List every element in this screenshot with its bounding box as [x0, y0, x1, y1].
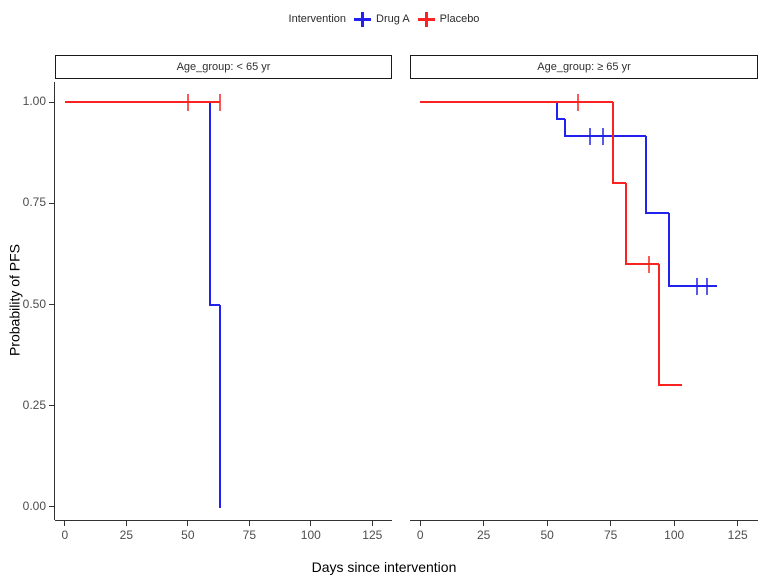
step-segment [625, 263, 659, 266]
x-tick [187, 521, 189, 526]
x-tick-label: 0 [416, 528, 424, 542]
y-axis-label: Probability of PFS [6, 243, 22, 356]
panel-under-65 [55, 82, 392, 519]
x-tick [371, 521, 373, 526]
censor-mark [186, 94, 189, 112]
y-axis-line [54, 82, 55, 520]
x-tick [125, 521, 127, 526]
y-tick [49, 405, 54, 407]
facet-strip-label: Age_group: < 65 yr [176, 61, 271, 73]
x-tick [64, 521, 66, 526]
x-tick [673, 521, 675, 526]
x-tick [737, 521, 739, 526]
facet-strip-under-65: Age_group: < 65 yr [55, 55, 392, 79]
x-tick [419, 521, 421, 526]
legend: Intervention Drug A Placebo [0, 8, 768, 30]
plus-marker-icon [417, 11, 435, 28]
x-axis-label: Days since intervention [311, 559, 457, 575]
step-segment [208, 102, 211, 306]
legend-entry-drug-a[interactable]: Drug A [354, 11, 410, 28]
x-tick-label: 125 [362, 528, 383, 542]
step-segment [669, 285, 718, 288]
step-segment [624, 183, 627, 266]
step-segment [420, 101, 614, 104]
x-tick-label: 25 [476, 528, 491, 542]
step-segment [64, 101, 220, 104]
y-tick [49, 202, 54, 204]
legend-label-drug-a: Drug A [376, 13, 410, 25]
step-segment [668, 212, 671, 288]
x-tick-label: 100 [664, 528, 685, 542]
legend-label-placebo: Placebo [439, 13, 480, 25]
y-tick [49, 101, 54, 103]
x-tick [248, 521, 250, 526]
x-tick [610, 521, 612, 526]
legend-title: Intervention [288, 13, 347, 25]
x-axis-line [410, 520, 758, 521]
x-tick-label: 0 [61, 528, 69, 542]
x-tick-label: 100 [300, 528, 321, 542]
facet-strip-over-65: Age_group: ≥ 65 yr [410, 55, 758, 79]
step-segment [612, 102, 615, 185]
step-segment [564, 134, 647, 137]
y-tick [49, 304, 54, 306]
x-tick-label: 50 [181, 528, 195, 542]
legend-entry-placebo[interactable]: Placebo [417, 11, 480, 28]
censor-mark [706, 278, 709, 296]
step-segment [657, 264, 660, 387]
panel-over-65 [410, 82, 758, 519]
censor-mark [696, 278, 699, 296]
step-segment [218, 304, 221, 508]
x-axis-line [55, 520, 392, 521]
x-tick-label: 50 [540, 528, 554, 542]
censor-mark [647, 256, 650, 274]
censor-mark [589, 127, 592, 145]
censor-mark [218, 94, 221, 112]
step-segment [646, 211, 670, 214]
y-tick [49, 506, 54, 508]
x-tick [483, 521, 485, 526]
facet-strip-label: Age_group: ≥ 65 yr [537, 61, 631, 73]
censor-mark [602, 127, 605, 145]
censor-mark [576, 94, 579, 112]
kaplan-meier-plot: Intervention Drug A Placebo Age_group: <… [0, 0, 768, 586]
plus-marker-icon [354, 11, 372, 28]
x-tick [546, 521, 548, 526]
x-tick-label: 125 [727, 528, 748, 542]
step-segment [645, 135, 648, 214]
x-tick [310, 521, 312, 526]
x-tick-label: 75 [603, 528, 618, 542]
x-tick-label: 25 [119, 528, 133, 542]
step-segment [658, 384, 682, 387]
x-tick-label: 75 [242, 528, 256, 542]
